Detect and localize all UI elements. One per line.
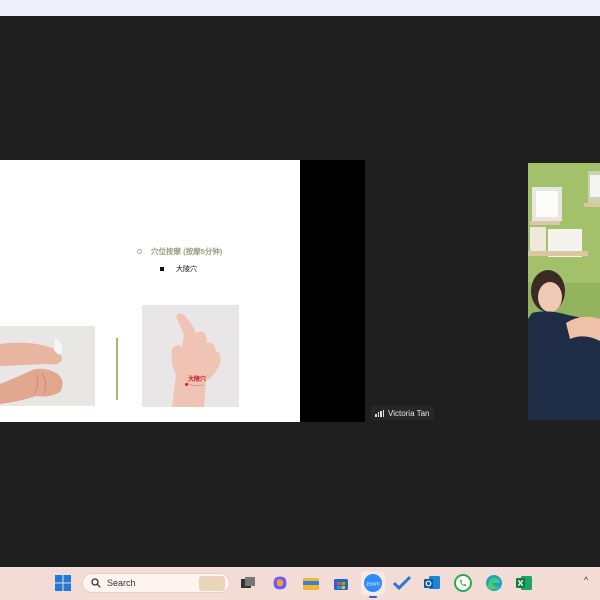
outlook-icon[interactable]: [422, 573, 442, 593]
copilot-icon[interactable]: [270, 573, 290, 593]
signal-strength-icon: [375, 409, 384, 417]
slide-bullet1-text: 穴位按摩 (按摩5分钟): [151, 247, 223, 256]
search-highlight-image: [199, 576, 225, 591]
svg-text:zoom: zoom: [366, 581, 380, 587]
shared-screen: 穴位按摩 (按摩5分钟) 大陵穴 大陵穴: [0, 160, 365, 422]
edge-icon[interactable]: [484, 573, 504, 593]
acupoint-photo: 大陵穴: [142, 305, 239, 407]
participant-name-tag: Victoria Tan: [371, 406, 434, 420]
todo-icon[interactable]: [392, 573, 412, 593]
zoom-icon[interactable]: zoom: [361, 571, 385, 595]
window-top-bar: [0, 0, 600, 16]
participant-name: Victoria Tan: [388, 408, 430, 418]
task-view-icon[interactable]: [238, 573, 258, 593]
windows-taskbar: Search zoom: [0, 567, 600, 600]
hollow-bullet-icon: [137, 249, 142, 254]
file-explorer-icon[interactable]: [301, 573, 321, 593]
participant-video[interactable]: [528, 163, 600, 420]
slide-bullet-level1: 穴位按摩 (按摩5分钟): [137, 246, 222, 257]
slide-bullet-level2: 大陵穴: [160, 264, 197, 274]
presentation-slide: 穴位按摩 (按摩5分钟) 大陵穴 大陵穴: [0, 160, 300, 422]
search-icon: [91, 578, 101, 588]
excel-icon[interactable]: [514, 573, 534, 593]
square-bullet-icon: [160, 267, 164, 271]
taskbar-search-box[interactable]: Search: [82, 573, 230, 593]
slide-bullet2-text: 大陵穴: [176, 266, 197, 273]
search-label: Search: [107, 578, 136, 588]
acupoint-label: 大陵穴: [188, 377, 207, 383]
microsoft-store-icon[interactable]: [331, 573, 351, 593]
whatsapp-icon[interactable]: [453, 573, 473, 593]
start-icon[interactable]: [53, 573, 73, 593]
slide-divider: [116, 338, 118, 400]
acupoint-marker: [185, 383, 188, 386]
zoom-active-indicator: [369, 596, 377, 598]
wrist-stretch-photo: [0, 326, 95, 406]
show-hidden-icons-chevron[interactable]: ^: [584, 575, 588, 585]
